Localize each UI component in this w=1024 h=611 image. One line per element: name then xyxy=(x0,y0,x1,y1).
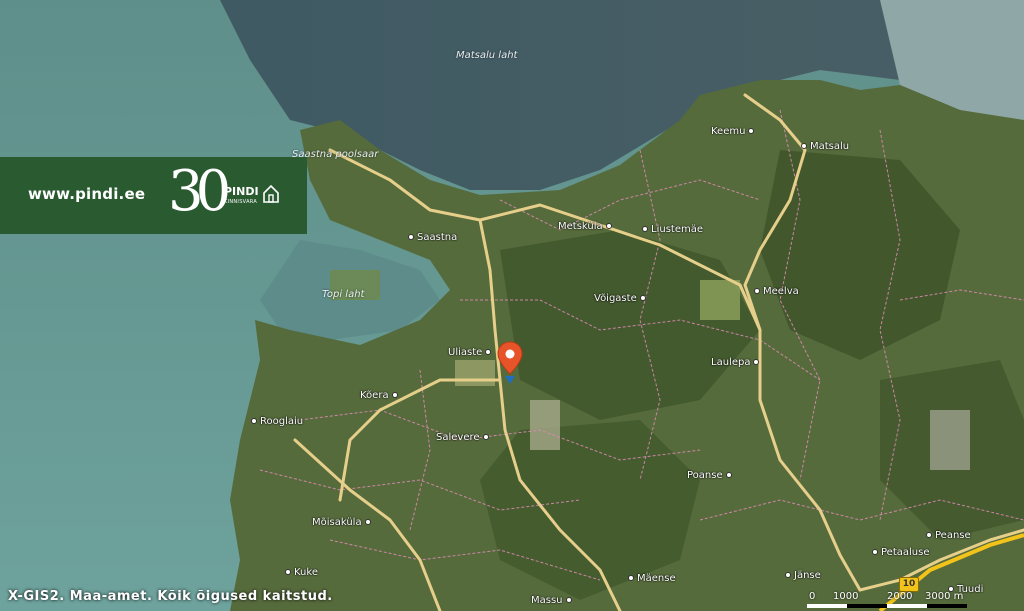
place-dot-icon xyxy=(408,234,414,240)
scale-segment xyxy=(927,604,967,608)
water-label-topi-laht: Topi laht xyxy=(322,289,365,300)
place-label: Matsalu xyxy=(810,141,850,152)
place-keemu: Keemu xyxy=(711,126,755,137)
place-label: Kuke xyxy=(294,567,318,578)
place-dot-icon xyxy=(251,418,257,424)
map-attribution: X-GIS2. Maa-amet. Kõik õigused kaitstud. xyxy=(8,589,333,604)
place-dot-icon xyxy=(725,472,732,478)
place-label: Uliaste xyxy=(448,347,483,358)
location-pin-icon[interactable] xyxy=(496,340,524,386)
place-salevere: Salevere xyxy=(436,432,489,443)
scale-segment xyxy=(847,604,887,608)
place-matsalu: Matsalu xyxy=(801,141,849,152)
place-label: Kõera xyxy=(360,390,389,401)
scale-segment xyxy=(887,604,927,608)
field-patch xyxy=(700,280,740,320)
place-label: Peanse xyxy=(935,530,971,541)
place-label: Keemu xyxy=(711,126,746,137)
place-dot-icon xyxy=(391,392,398,398)
place-dot-icon xyxy=(753,359,760,365)
place-metskula: Metsküla xyxy=(558,221,612,232)
place-dot-icon xyxy=(872,549,878,555)
place-janse: Jänse xyxy=(785,570,821,581)
place-dot-icon xyxy=(785,572,791,578)
water-label-matsalu-laht: Matsalu laht xyxy=(456,50,518,61)
place-dot-icon xyxy=(748,128,755,134)
place-dot-icon xyxy=(926,532,932,538)
place-label: Saastna xyxy=(417,232,458,243)
field-patch xyxy=(455,360,495,386)
scale-segment xyxy=(807,604,847,608)
place-voigaste: Võigaste xyxy=(594,293,646,304)
place-massu: Massu xyxy=(531,595,572,606)
brand-name: PINDI xyxy=(224,185,259,198)
scale-tick-label: 2000 xyxy=(887,591,913,602)
place-label: Salevere xyxy=(436,432,480,443)
place-label: Võigaste xyxy=(594,293,637,304)
place-label: Laulepa xyxy=(711,357,751,368)
anniversary-number: 30 xyxy=(168,159,231,224)
place-label: Petaaluse xyxy=(881,547,930,558)
place-saastna: Saastna xyxy=(408,232,457,243)
field-patch xyxy=(930,410,970,470)
place-dot-icon xyxy=(565,597,572,603)
place-dot-icon xyxy=(482,434,489,440)
place-label: Poanse xyxy=(687,470,723,481)
place-petaaluse: Petaaluse xyxy=(872,547,929,558)
brand-url[interactable]: www.pindi.ee xyxy=(28,185,145,203)
scale-tick-label: 3000 m xyxy=(925,591,964,602)
satellite-map[interactable] xyxy=(0,0,1024,611)
place-label: Jänse xyxy=(794,570,821,581)
place-label: Metsküla xyxy=(558,221,603,232)
place-dot-icon xyxy=(801,143,807,149)
place-dot-icon xyxy=(285,569,291,575)
house-icon xyxy=(263,184,279,203)
place-dot-icon xyxy=(754,288,760,294)
place-label: Mõisaküla xyxy=(312,517,362,528)
scale-tick-label: 0 xyxy=(809,591,816,602)
place-poanse: Poanse xyxy=(687,470,732,481)
place-dot-icon xyxy=(628,575,634,581)
place-dot-icon xyxy=(605,223,612,229)
brand-subname: KINNISVARA xyxy=(224,199,258,205)
scale-tick-label: 1000 xyxy=(833,591,859,602)
pindi-brand-banner[interactable]: www.pindi.ee 30 PINDI KINNISVARA xyxy=(0,157,307,234)
road-number-shield: 10 xyxy=(899,577,919,592)
place-liustemae: Liustemäe xyxy=(642,224,703,235)
place-meelva: Meelva xyxy=(754,286,799,297)
place-dot-icon xyxy=(364,519,371,525)
place-laulepa: Laulepa xyxy=(711,357,760,368)
place-label: Liustemäe xyxy=(651,224,703,235)
place-maense: Mäense xyxy=(628,573,676,584)
place-label: Massu xyxy=(531,595,563,606)
place-dot-icon xyxy=(642,226,648,232)
place-rooglaiu: Rooglaiu xyxy=(251,416,303,427)
place-label: Rooglaiu xyxy=(260,416,304,427)
field-patch xyxy=(530,400,560,450)
place-label: Mäense xyxy=(637,573,676,584)
place-kuke: Kuke xyxy=(285,567,318,578)
place-uliaste: Uliaste xyxy=(448,347,492,358)
place-peanse: Peanse xyxy=(926,530,971,541)
place-dot-icon xyxy=(639,295,646,301)
place-label: Meelva xyxy=(763,286,799,297)
place-dot-icon xyxy=(485,349,492,355)
place-moisakula: Mõisaküla xyxy=(312,517,371,528)
scale-bar: 0 1000 2000 3000 m xyxy=(807,591,975,611)
place-koera: Kõera xyxy=(360,390,398,401)
